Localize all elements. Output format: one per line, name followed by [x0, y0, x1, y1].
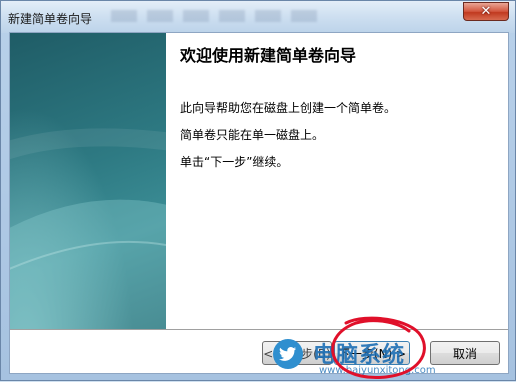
description-line-1: 此向导帮助您在磁盘上创建一个简单卷。: [180, 101, 397, 115]
close-icon: ✕: [480, 4, 492, 19]
description-line-2: 简单卷只能在单一磁盘上。: [180, 128, 325, 142]
wizard-side-banner: [10, 33, 166, 329]
wizard-client-area: 欢迎使用新建简单卷向导 此向导帮助您在磁盘上创建一个简单卷。 简单卷只能在单一磁…: [9, 32, 509, 374]
page-title: 欢迎使用新建简单卷向导: [180, 46, 357, 65]
twitter-bird-icon: [273, 339, 303, 369]
close-button[interactable]: ✕: [463, 2, 509, 21]
banner-decoration: [10, 128, 166, 329]
description-line-3: 单击“下一步”继续。: [180, 155, 289, 169]
window-title: 新建简单卷向导: [8, 12, 93, 26]
title-bar[interactable]: 新建简单卷向导 ✕: [1, 1, 515, 33]
watermark-url: www.baiyunxitong.com: [319, 365, 436, 376]
button-separator: [10, 329, 508, 331]
blurred-title-area: [111, 10, 326, 22]
cancel-button[interactable]: 取消: [430, 341, 500, 365]
wizard-window: 新建简单卷向导 ✕ 欢迎使用新建简单卷向导 此向导帮助您在磁盘上创建一个简单卷。…: [0, 0, 516, 381]
